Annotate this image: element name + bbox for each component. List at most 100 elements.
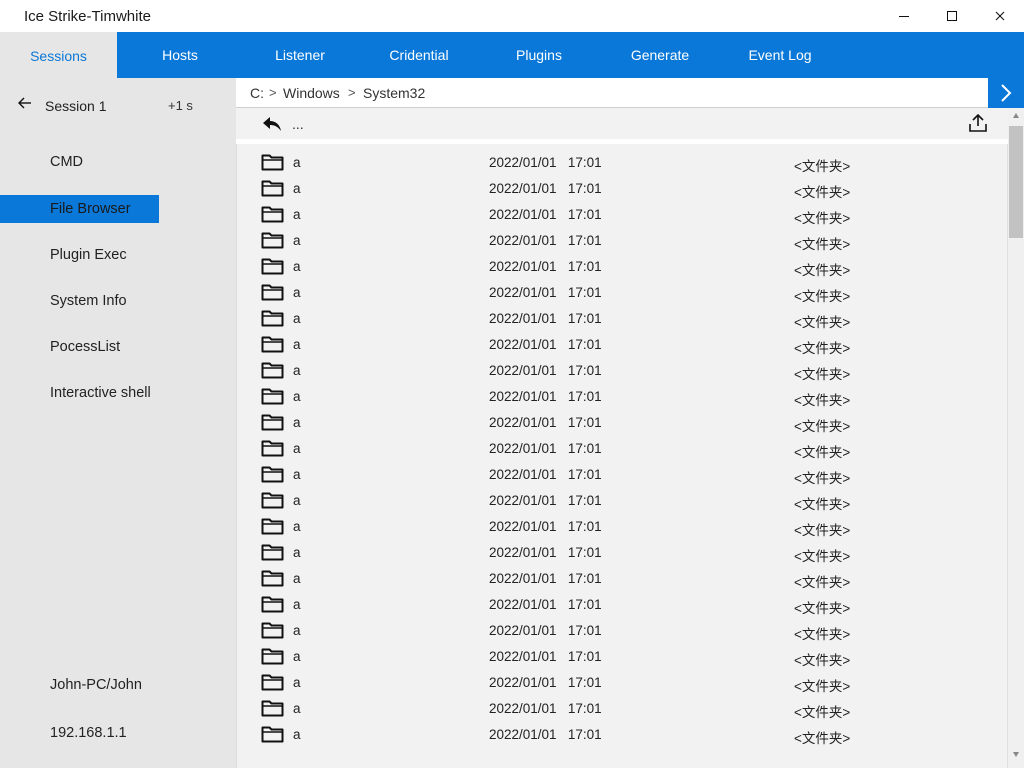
file-row[interactable]: a 2022/01/01 17:01 <文件夹> [237, 592, 1007, 618]
file-row[interactable]: a 2022/01/01 17:01 <文件夹> [237, 228, 1007, 254]
minimize-icon [899, 16, 909, 17]
file-modified-date: 2022/01/01 17:01 [489, 155, 602, 170]
folder-icon [261, 336, 284, 353]
file-row[interactable]: a 2022/01/01 17:01 <文件夹> [237, 644, 1007, 670]
file-row[interactable]: a 2022/01/01 17:01 <文件夹> [237, 306, 1007, 332]
breadcrumb-windows[interactable]: Windows [283, 85, 340, 101]
folder-icon [261, 258, 284, 275]
file-row[interactable]: a 2022/01/01 17:01 <文件夹> [237, 332, 1007, 358]
scroll-thumb[interactable] [1009, 126, 1023, 238]
file-type: <文件夹> [794, 445, 851, 460]
folder-icon [261, 440, 284, 457]
file-modified-date: 2022/01/01 17:01 [489, 675, 602, 690]
file-modified-date: 2022/01/01 17:01 [489, 415, 602, 430]
folder-icon [261, 362, 284, 379]
file-row[interactable]: a 2022/01/01 17:01 <文件夹> [237, 150, 1007, 176]
back-arrow-icon[interactable] [17, 96, 33, 110]
close-button[interactable] [976, 0, 1024, 32]
scroll-up-icon[interactable] [1012, 112, 1020, 120]
file-type: <文件夹> [794, 523, 851, 538]
file-row[interactable]: a 2022/01/01 17:01 <文件夹> [237, 514, 1007, 540]
undo-icon[interactable] [262, 116, 282, 132]
sidebar-item-cmd[interactable]: CMD [0, 148, 159, 176]
file-row[interactable]: a 2022/01/01 17:01 <文件夹> [237, 618, 1007, 644]
file-modified-date: 2022/01/01 17:01 [489, 259, 602, 274]
minimize-button[interactable] [880, 0, 928, 32]
tab-cridential[interactable]: Cridential [369, 32, 469, 78]
file-modified-date: 2022/01/01 17:01 [489, 181, 602, 196]
file-name: a [293, 675, 301, 690]
file-row[interactable]: a 2022/01/01 17:01 <文件夹> [237, 202, 1007, 228]
file-row[interactable]: a 2022/01/01 17:01 <文件夹> [237, 540, 1007, 566]
file-modified-date: 2022/01/01 17:01 [489, 727, 602, 742]
file-modified-date: 2022/01/01 17:01 [489, 389, 602, 404]
file-modified-date: 2022/01/01 17:01 [489, 701, 602, 716]
file-row[interactable]: a 2022/01/01 17:01 <文件夹> [237, 436, 1007, 462]
file-type: <文件夹> [794, 679, 851, 694]
file-type: <文件夹> [794, 471, 851, 486]
sidebar-item-interactive-shell[interactable]: Interactive shell [0, 379, 159, 407]
sidebar-item-system-info[interactable]: System Info [0, 287, 159, 315]
tab-plugins[interactable]: Plugins [489, 32, 589, 78]
path-bar[interactable]: C: > Windows > System32 [236, 78, 988, 108]
file-type: <文件夹> [794, 497, 851, 512]
file-row[interactable]: a 2022/01/01 17:01 <文件夹> [237, 410, 1007, 436]
file-row[interactable]: a 2022/01/01 17:01 <文件夹> [237, 358, 1007, 384]
file-row[interactable]: a 2022/01/01 17:01 <文件夹> [237, 722, 1007, 748]
folder-icon [261, 518, 284, 535]
file-modified-date: 2022/01/01 17:01 [489, 337, 602, 352]
tab-event-log[interactable]: Event Log [730, 32, 830, 78]
folder-icon [261, 544, 284, 561]
sidebar-item-file-browser[interactable]: File Browser [0, 195, 159, 223]
folder-icon [261, 388, 284, 405]
go-button[interactable] [988, 78, 1024, 108]
file-type: <文件夹> [794, 653, 851, 668]
file-name: a [293, 441, 301, 456]
file-type: <文件夹> [794, 705, 851, 720]
maximize-button[interactable] [928, 0, 976, 32]
upload-icon[interactable] [968, 113, 988, 133]
file-row[interactable]: a 2022/01/01 17:01 <文件夹> [237, 384, 1007, 410]
folder-icon [261, 154, 284, 171]
file-row[interactable]: a 2022/01/01 17:01 <文件夹> [237, 566, 1007, 592]
tab-generate[interactable]: Generate [610, 32, 710, 78]
tab-listener[interactable]: Listener [250, 32, 350, 78]
file-name: a [293, 649, 301, 664]
file-row[interactable]: a 2022/01/01 17:01 <文件夹> [237, 176, 1007, 202]
folder-icon [261, 232, 284, 249]
file-name: a [293, 415, 301, 430]
file-list-scrollbar[interactable] [1008, 108, 1024, 768]
file-name: a [293, 519, 301, 534]
scroll-down-icon[interactable] [1012, 750, 1020, 758]
folder-icon [261, 284, 284, 301]
sidebar-item-process-list[interactable]: PocessList [0, 333, 159, 361]
file-row[interactable]: a 2022/01/01 17:01 <文件夹> [237, 696, 1007, 722]
file-type: <文件夹> [794, 341, 851, 356]
file-name: a [293, 727, 301, 742]
breadcrumb-drive[interactable]: C: [250, 85, 264, 101]
file-name: a [293, 493, 301, 508]
file-row[interactable]: a 2022/01/01 17:01 <文件夹> [237, 280, 1007, 306]
file-type: <文件夹> [794, 159, 851, 174]
file-row[interactable]: a 2022/01/01 17:01 <文件夹> [237, 462, 1007, 488]
tab-hosts[interactable]: Hosts [130, 32, 230, 78]
file-modified-date: 2022/01/01 17:01 [489, 649, 602, 664]
tab-sessions[interactable]: Sessions [0, 32, 117, 78]
file-modified-date: 2022/01/01 17:01 [489, 285, 602, 300]
file-name: a [293, 545, 301, 560]
file-name: a [293, 207, 301, 222]
breadcrumb-separator: > [348, 85, 356, 100]
sidebar-item-plugin-exec[interactable]: Plugin Exec [0, 241, 159, 269]
file-name: a [293, 363, 301, 378]
breadcrumb-system32[interactable]: System32 [363, 85, 425, 101]
file-row[interactable]: a 2022/01/01 17:01 <文件夹> [237, 670, 1007, 696]
parent-folder-dots[interactable]: ... [292, 116, 304, 132]
file-type: <文件夹> [794, 237, 851, 252]
file-row[interactable]: a 2022/01/01 17:01 <文件夹> [237, 488, 1007, 514]
folder-icon [261, 570, 284, 587]
file-modified-date: 2022/01/01 17:01 [489, 545, 602, 560]
maximize-icon [947, 11, 957, 21]
app-window: Ice Strike-Timwhite Sessions Hosts Liste… [0, 0, 1024, 768]
file-row[interactable]: a 2022/01/01 17:01 <文件夹> [237, 254, 1007, 280]
folder-icon [261, 206, 284, 223]
